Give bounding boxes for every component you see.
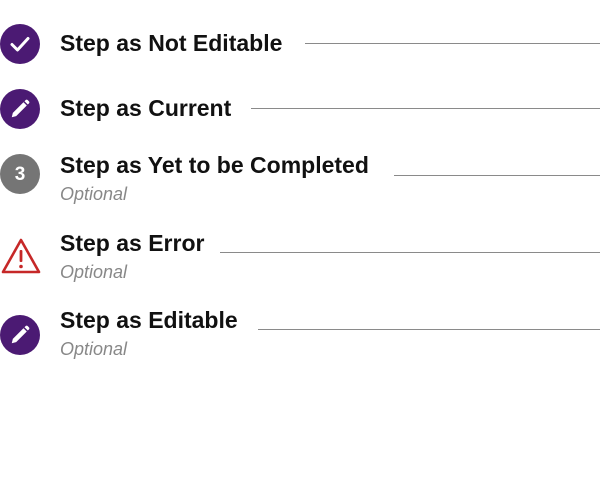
step-label: Step as Not Editable bbox=[60, 30, 283, 56]
step-label: Step as Editable bbox=[60, 307, 238, 333]
step-connector bbox=[394, 175, 600, 176]
step-connector bbox=[258, 329, 600, 330]
check-icon bbox=[0, 24, 40, 64]
step-connector bbox=[305, 43, 600, 44]
step-connector bbox=[251, 108, 600, 109]
step-optional-label: Optional bbox=[60, 339, 128, 359]
step-pending[interactable]: 3 Step as Yet to be Completed Optional bbox=[0, 154, 600, 214]
step-optional-label: Optional bbox=[60, 262, 128, 282]
step-optional-label: Optional bbox=[60, 184, 128, 204]
pencil-icon bbox=[0, 89, 40, 129]
step-not-editable: Step as Not Editable bbox=[0, 24, 600, 84]
step-number-icon: 3 bbox=[0, 154, 40, 194]
step-current[interactable]: Step as Current bbox=[0, 89, 600, 149]
step-editable[interactable]: Step as Editable Optional bbox=[0, 309, 600, 369]
step-label: Step as Error bbox=[60, 230, 205, 256]
warning-icon bbox=[0, 236, 42, 276]
pencil-icon bbox=[0, 315, 40, 355]
step-connector bbox=[220, 252, 600, 253]
step-error[interactable]: Step as Error Optional bbox=[0, 232, 600, 292]
vertical-stepper: Step as Not Editable Step as Current 3 S… bbox=[0, 0, 600, 480]
step-number: 3 bbox=[14, 163, 26, 185]
step-label: Step as Yet to be Completed bbox=[60, 152, 369, 178]
step-label: Step as Current bbox=[60, 95, 232, 121]
